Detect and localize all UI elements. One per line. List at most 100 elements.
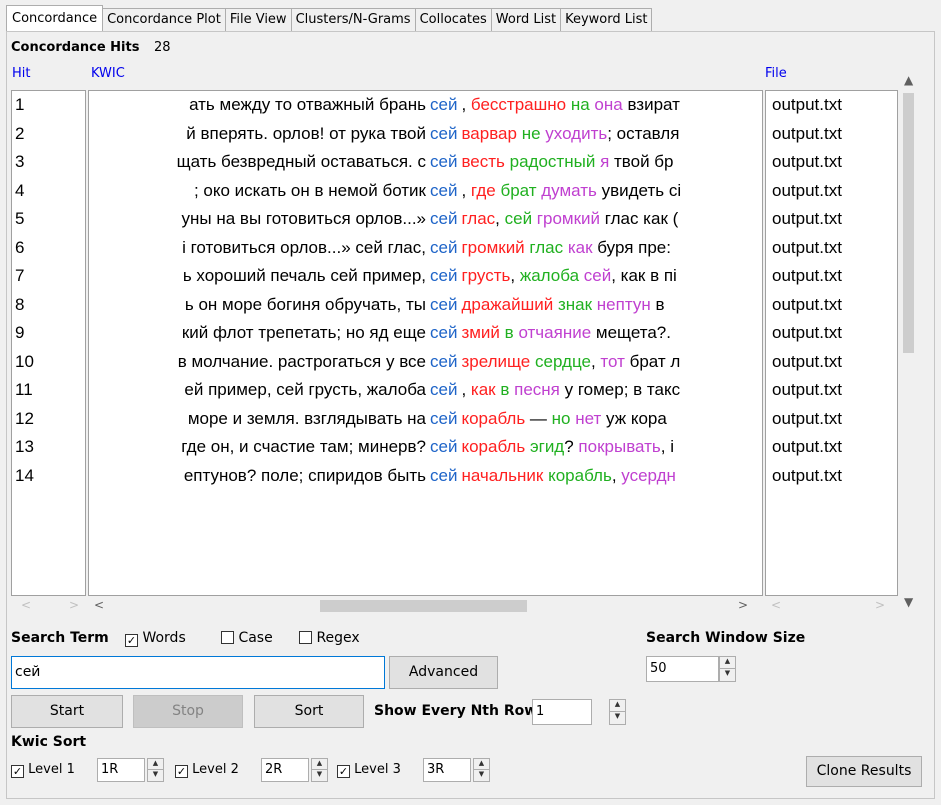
level-1-value[interactable]: 1R <box>97 758 145 782</box>
tab-word-list[interactable]: Word List <box>490 8 562 31</box>
start-button[interactable]: Start <box>11 695 123 728</box>
stepper-up-icon[interactable]: ▲ <box>312 759 327 770</box>
hit-hscrollbar[interactable]: < > <box>11 597 86 614</box>
file-column-header[interactable]: File <box>765 66 787 81</box>
case-checkbox[interactable] <box>221 631 234 644</box>
stepper-up-icon[interactable]: ▲ <box>474 759 489 770</box>
words-checkbox[interactable]: ✓ <box>125 634 138 647</box>
file-cell[interactable]: output.txt <box>766 433 897 462</box>
hit-cell[interactable]: 13 <box>12 433 85 462</box>
kwic-row[interactable]: щать безвредный оставаться. с сей весть ра… <box>89 148 762 177</box>
vertical-scrollbar[interactable]: ▲ ▼ <box>898 72 919 612</box>
file-cell[interactable]: output.txt <box>766 319 897 348</box>
stepper-down-icon[interactable]: ▼ <box>312 770 327 781</box>
hit-cell[interactable]: 1 <box>12 91 85 120</box>
kwic-row[interactable]: і готовиться орлов...» сей глас, сей громк… <box>89 234 762 263</box>
kwic-row[interactable]: ептунов? поле; спиридов быть сей начальник… <box>89 462 762 491</box>
vertical-scroll-thumb[interactable] <box>903 93 914 353</box>
kwic-row[interactable]: море и земля. взглядывать на сей корабль —… <box>89 405 762 434</box>
kwic-sort-level-1[interactable]: ✓ Level 1 <box>11 762 75 778</box>
file-cell[interactable]: output.txt <box>766 348 897 377</box>
scroll-right-icon[interactable]: > <box>875 597 885 614</box>
file-cell[interactable]: output.txt <box>766 148 897 177</box>
hit-cell[interactable]: 11 <box>12 376 85 405</box>
file-cell[interactable]: output.txt <box>766 205 897 234</box>
tab-clusters-n-grams[interactable]: Clusters/N-Grams <box>290 8 416 31</box>
regex-checkbox[interactable] <box>299 631 312 644</box>
file-cell[interactable]: output.txt <box>766 120 897 149</box>
file-cell[interactable]: output.txt <box>766 91 897 120</box>
stepper-down-icon[interactable]: ▼ <box>474 770 489 781</box>
level-1-stepper[interactable]: ▲ ▼ <box>147 758 164 782</box>
hit-column-header[interactable]: Hit <box>12 66 30 81</box>
kwic-row[interactable]: ь он море богиня обручать, ты сей дражайши… <box>89 291 762 320</box>
level-2-stepper[interactable]: ▲ ▼ <box>311 758 328 782</box>
sort-button[interactable]: Sort <box>254 695 364 728</box>
level-3-stepper[interactable]: ▲ ▼ <box>473 758 490 782</box>
level-1-checkbox[interactable]: ✓ <box>11 765 24 778</box>
file-hscrollbar[interactable]: < > <box>765 597 898 614</box>
kwic-hscroll-thumb[interactable] <box>320 600 527 612</box>
tab-file-view[interactable]: File View <box>224 8 292 31</box>
window-size-stepper[interactable]: ▲ ▼ <box>719 656 736 682</box>
hit-cell[interactable]: 12 <box>12 405 85 434</box>
scroll-down-icon[interactable]: ▼ <box>904 594 913 611</box>
tab-collocates[interactable]: Collocates <box>414 8 492 31</box>
stepper-down-icon[interactable]: ▼ <box>720 669 735 681</box>
case-option[interactable]: Case <box>221 630 273 646</box>
level-2-value[interactable]: 2R <box>261 758 309 782</box>
kwic-column-header[interactable]: KWIC <box>91 66 125 81</box>
hit-cell[interactable]: 6 <box>12 234 85 263</box>
file-cell[interactable]: output.txt <box>766 177 897 206</box>
level-3-value[interactable]: 3R <box>423 758 471 782</box>
stepper-down-icon[interactable]: ▼ <box>148 770 163 781</box>
scroll-left-icon[interactable]: < <box>21 597 31 614</box>
words-option[interactable]: ✓ Words <box>125 630 186 647</box>
search-window-size-input[interactable]: 50 <box>646 656 719 682</box>
file-cell[interactable]: output.txt <box>766 291 897 320</box>
file-cell[interactable]: output.txt <box>766 262 897 291</box>
kwic-row[interactable]: ; око искать он в немой ботик сей, где бр… <box>89 177 762 206</box>
file-cell[interactable]: output.txt <box>766 462 897 491</box>
tab-keyword-list[interactable]: Keyword List <box>560 8 653 31</box>
hit-cell[interactable]: 8 <box>12 291 85 320</box>
kwic-row[interactable]: ь хороший печаль сей пример, сей грусть, ж… <box>89 262 762 291</box>
search-input[interactable]: сей <box>11 656 385 689</box>
regex-option[interactable]: Regex <box>299 630 360 646</box>
hit-cell[interactable]: 3 <box>12 148 85 177</box>
advanced-button[interactable]: Advanced <box>389 656 498 689</box>
scroll-left-icon[interactable]: < <box>771 597 781 614</box>
kwic-sort-level-2[interactable]: ✓ Level 2 <box>175 762 239 778</box>
hit-cell[interactable]: 2 <box>12 120 85 149</box>
hit-cell[interactable]: 14 <box>12 462 85 491</box>
kwic-row[interactable]: й вперять. орлов! от рука твой сей варвар … <box>89 120 762 149</box>
kwic-row[interactable]: уны на вы готовиться орлов...» сей глас, с… <box>89 205 762 234</box>
level-3-checkbox[interactable]: ✓ <box>337 765 350 778</box>
file-cell[interactable]: output.txt <box>766 405 897 434</box>
stepper-up-icon[interactable]: ▲ <box>720 657 735 669</box>
stepper-up-icon[interactable]: ▲ <box>148 759 163 770</box>
hit-cell[interactable]: 5 <box>12 205 85 234</box>
stepper-up-icon[interactable]: ▲ <box>610 700 625 712</box>
scroll-right-icon[interactable]: > <box>738 597 748 614</box>
kwic-row[interactable]: где он, и счастие там; минерв? сей корабль… <box>89 433 762 462</box>
kwic-sort-level-3[interactable]: ✓ Level 3 <box>337 762 401 778</box>
kwic-row[interactable]: ей пример, сей грусть, жалоба сей, как в … <box>89 376 762 405</box>
kwic-row[interactable]: в молчание. растрогаться у все сей зрелище… <box>89 348 762 377</box>
stop-button[interactable]: Stop <box>133 695 243 728</box>
scroll-up-icon[interactable]: ▲ <box>904 72 913 89</box>
level-2-checkbox[interactable]: ✓ <box>175 765 188 778</box>
tab-concordance-plot[interactable]: Concordance Plot <box>102 8 226 31</box>
clone-results-button[interactable]: Clone Results <box>806 756 922 787</box>
file-cell[interactable]: output.txt <box>766 234 897 263</box>
nth-row-input[interactable]: 1 <box>532 699 592 725</box>
file-cell[interactable]: output.txt <box>766 376 897 405</box>
hit-cell[interactable]: 4 <box>12 177 85 206</box>
tab-concordance[interactable]: Concordance <box>6 5 104 31</box>
stepper-down-icon[interactable]: ▼ <box>610 712 625 724</box>
scroll-right-icon[interactable]: > <box>69 597 79 614</box>
kwic-hscrollbar[interactable]: < > <box>88 597 763 614</box>
scroll-left-icon[interactable]: < <box>94 597 104 614</box>
hit-cell[interactable]: 9 <box>12 319 85 348</box>
hit-cell[interactable]: 7 <box>12 262 85 291</box>
